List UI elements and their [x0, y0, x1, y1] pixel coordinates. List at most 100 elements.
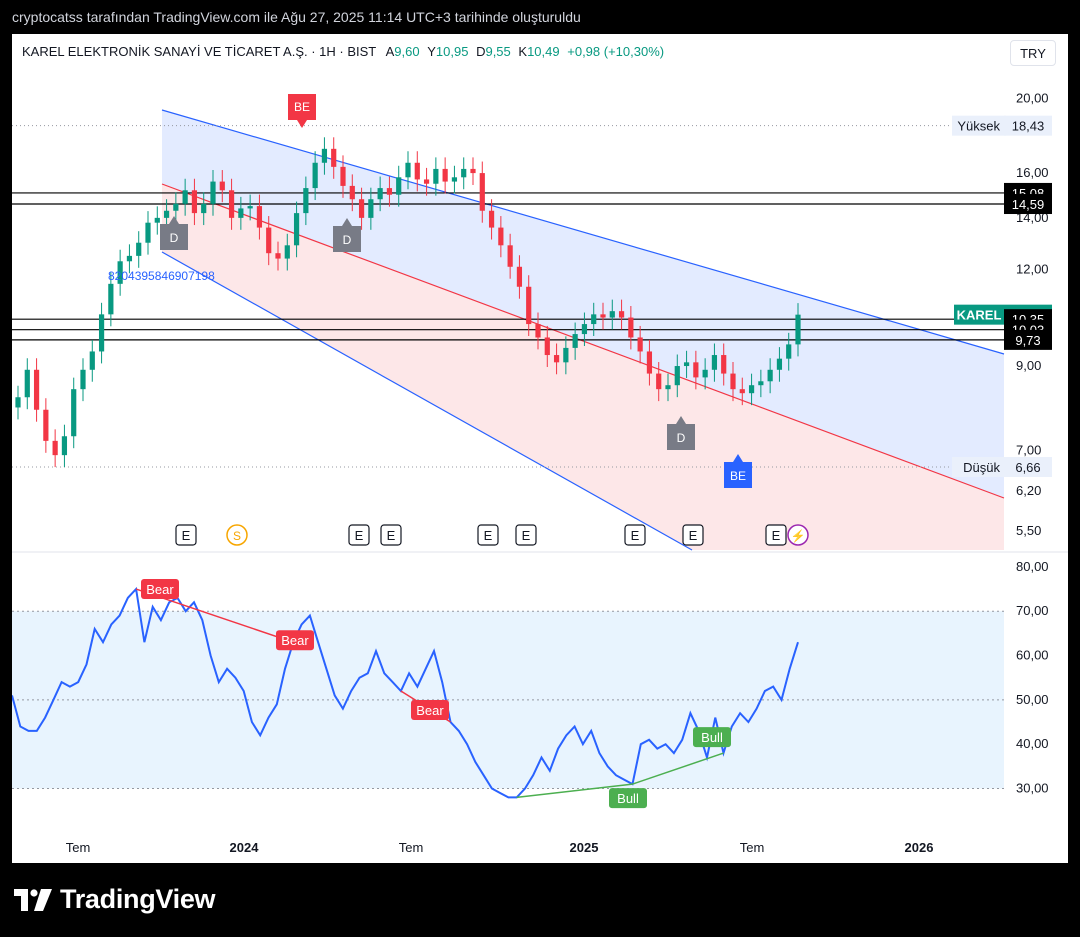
candle-body: [637, 337, 643, 352]
candle-body: [275, 253, 281, 259]
marker-d-2-label: D: [343, 233, 352, 247]
candle-body: [191, 190, 198, 214]
candle-body: [591, 314, 597, 325]
close-value: 10,49: [527, 44, 560, 59]
candle-body: [89, 351, 95, 370]
candle-body: [71, 389, 77, 437]
candle-body: [377, 188, 383, 200]
candle-body: [321, 148, 328, 163]
candle-body: [442, 168, 448, 182]
candle-body: [201, 203, 207, 214]
low-label-text: Düşük: [963, 460, 1000, 475]
candle-body: [739, 389, 745, 394]
level-price-tag-text: 9,73: [1015, 333, 1040, 348]
event-earnings-label: E: [631, 528, 640, 543]
currency-button[interactable]: TRY: [1010, 40, 1056, 66]
price-tick-label: 16,00: [1016, 165, 1049, 180]
candle-body: [553, 355, 560, 363]
candle-body: [758, 381, 764, 386]
high-price-tag-text: 18,43: [1012, 119, 1045, 134]
level-price-tag-text: 14,59: [1012, 197, 1045, 212]
tradingview-logo-icon: [14, 888, 52, 911]
candle-body: [210, 181, 216, 204]
candle-body: [219, 181, 225, 191]
rsi-tick-label: 80,00: [1016, 559, 1049, 574]
candle-body: [136, 242, 142, 256]
candle-body: [748, 385, 755, 394]
rsi-tick-label: 40,00: [1016, 736, 1049, 751]
close-label: K: [518, 44, 528, 59]
candle-body: [433, 168, 439, 184]
candle-body: [61, 436, 68, 456]
bear-label-3: Bear: [416, 703, 444, 718]
candle-body: [126, 255, 133, 262]
candle-body: [693, 362, 699, 378]
tradingview-wordmark: TradingView: [60, 884, 216, 914]
candle-body: [711, 355, 718, 370]
open-label: A: [385, 44, 395, 59]
candle-body: [349, 185, 355, 200]
candle-body: [544, 337, 550, 356]
low-price-tag: 6,66: [1004, 457, 1052, 478]
rsi-tick-label: 70,00: [1016, 603, 1049, 618]
candle-body: [414, 162, 420, 180]
candle-body: [284, 245, 290, 259]
candle-body: [154, 217, 160, 223]
candle-body: [479, 173, 485, 211]
candle-body: [581, 324, 588, 335]
candle-body: [228, 190, 235, 218]
candle-body: [405, 162, 411, 178]
event-earnings-label: E: [772, 528, 781, 543]
candle-body: [331, 148, 337, 167]
candle-body: [646, 351, 653, 374]
event-earnings-label: E: [182, 528, 191, 543]
candle-body: [674, 366, 680, 386]
time-tick-label: Tem: [740, 840, 765, 855]
event-earnings-label: E: [689, 528, 698, 543]
chart-frame[interactable]: 8204395846907198 BE D D D BE E S E E E E E E E ⚡ 20,00 16…: [12, 34, 1068, 863]
candle-body: [108, 283, 114, 315]
symbol-info-bar: KAREL ELEKTRONİK SANAYİ VE TİCARET A.Ş. …: [22, 44, 664, 59]
candle-body: [721, 355, 727, 374]
price-tick-label: 12,00: [1016, 262, 1049, 277]
candle-body: [461, 168, 467, 178]
candle-body: [98, 314, 105, 352]
candle-body: [303, 188, 309, 214]
price-tick-label: 9,00: [1016, 358, 1041, 373]
event-earnings-label: E: [355, 528, 364, 543]
time-tick-label: 2026: [905, 840, 934, 855]
candle-body: [535, 324, 541, 338]
candle-body: [451, 177, 458, 182]
candle-body: [776, 358, 783, 370]
candle-body: [238, 208, 244, 218]
last-symbol-text: KAREL: [957, 308, 1002, 323]
event-split-label: S: [233, 529, 241, 543]
candle-body: [665, 385, 671, 390]
candle-body: [572, 334, 578, 348]
candle-body: [628, 317, 634, 338]
low-price-tag-text: 6,66: [1015, 460, 1040, 475]
candle-body: [498, 227, 504, 246]
time-tick-label: 2025: [570, 840, 599, 855]
candle-body: [618, 311, 625, 318]
candle-body: [609, 311, 615, 318]
marker-be-top: BE: [288, 94, 316, 128]
chart-canvas[interactable]: 8204395846907198 BE D D D BE E S E E E E E E E ⚡ 20,00 16…: [12, 34, 1068, 863]
candle-body: [516, 266, 523, 287]
candle-body: [683, 362, 690, 367]
candle-body: [293, 213, 300, 246]
change-value: +0,98 (+10,30%): [567, 44, 665, 59]
chart-caption: cryptocatss tarafından TradingView.com i…: [12, 9, 581, 25]
high-value: 10,95: [435, 44, 469, 59]
open-value: 9,60: [394, 44, 420, 59]
tradingview-logo: TradingView: [14, 884, 216, 915]
candle-body: [340, 166, 346, 186]
high-label: Y: [427, 44, 436, 59]
time-tick-label: Tem: [66, 840, 91, 855]
candle-body: [358, 199, 365, 218]
high-price-tag: 18,43: [1004, 115, 1052, 136]
candle-body: [656, 373, 662, 390]
candle-body: [15, 397, 21, 408]
event-earnings-label: E: [522, 528, 531, 543]
candle-body: [368, 199, 374, 218]
